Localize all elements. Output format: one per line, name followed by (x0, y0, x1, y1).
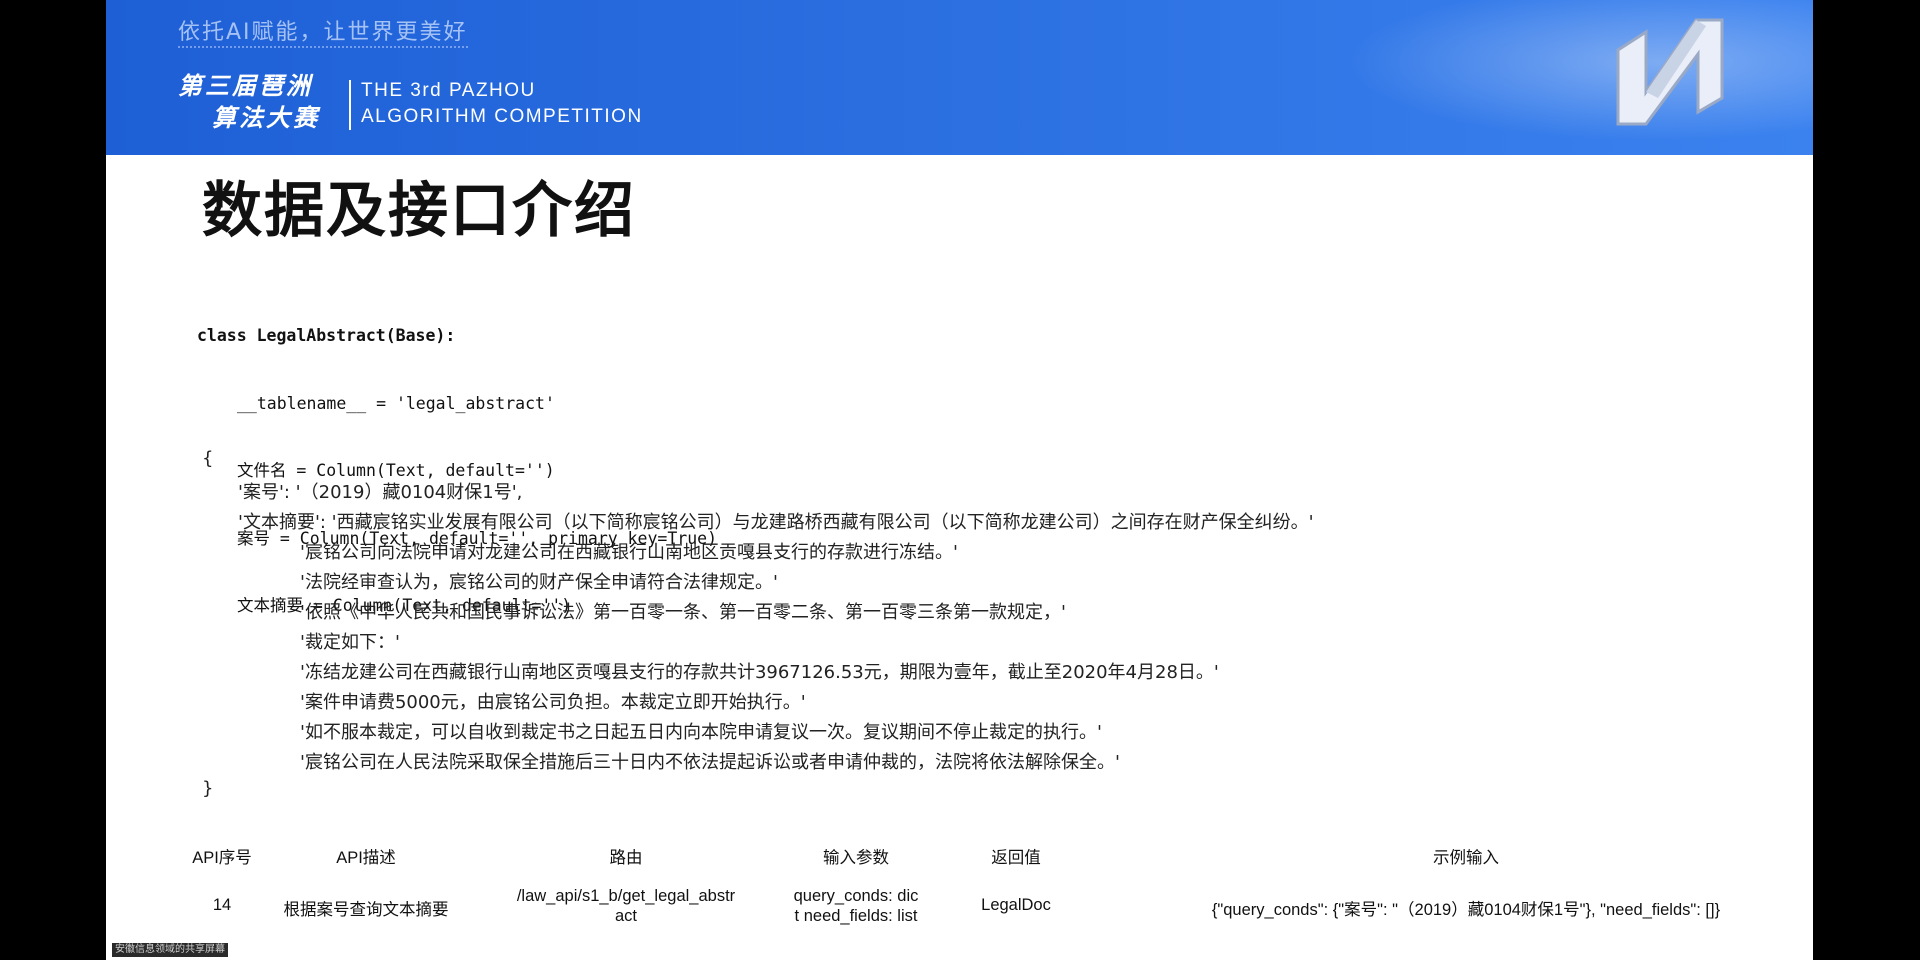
competition-name-cn-line1: 第三届琶洲 (178, 72, 313, 100)
screen-share-indicator: 安徽信息领域的共享屏幕 (112, 943, 228, 957)
json-abstract-continuation-1: '宸铭公司向法院申请对龙建公司在西藏银行山南地区贡嘎县支行的存款进行冻结。' (300, 542, 958, 563)
competition-name-en: THE 3rd PAZHOU ALGORITHM COMPETITION (361, 78, 643, 130)
banner-divider (349, 80, 351, 130)
table-cell-example-input: {"query_conds": {"案号": "（2019）藏0104财保1号"… (1211, 901, 1721, 919)
route-text-line1: /law_api/s1_b/get_legal_abstr (516, 887, 736, 905)
json-abstract-continuation-6: '案件申请费5000元，由宸铭公司负担。本裁定立即开始执行。' (300, 692, 806, 713)
table-header-return-value: 返回值 (991, 849, 1041, 867)
presentation-slide: 依托AI赋能，让世界更美好 第三届琶洲 算法大赛 THE 3rd PAZHOU … (106, 0, 1813, 960)
json-abstract-continuation-8: '宸铭公司在人民法院采取保全措施后三十日内不依法提起诉讼或者申请仲裁的，法院将依… (300, 752, 1120, 773)
competition-name-en-line2: ALGORITHM COMPETITION (361, 106, 643, 127)
code-line-tablename: __tablename__ = 'legal_abstract' (237, 393, 555, 413)
table-header-example-input: 示例输入 (1433, 849, 1499, 867)
json-open-brace: { (202, 448, 214, 469)
header-banner: 依托AI赋能，让世界更美好 第三届琶洲 算法大赛 THE 3rd PAZHOU … (106, 0, 1813, 155)
json-close-brace: } (202, 778, 214, 799)
slogan-text: 依托AI赋能，让世界更美好 (178, 20, 468, 45)
json-abstract-continuation-7: '如不服本裁定，可以自收到裁定书之日起五日内向本院申请复议一次。复议期间不停止裁… (300, 722, 1102, 743)
params-text-line2: t need_fields: list (794, 907, 918, 925)
table-cell-return-value: LegalDoc (981, 896, 1051, 914)
route-text-line2: act (614, 907, 637, 925)
slogan-underline (178, 46, 468, 52)
table-header-api-id: API序号 (192, 849, 252, 867)
json-abstract-continuation-5: '冻结龙建公司在西藏银行山南地区贡嘎县支行的存款共计3967126.53元，期限… (300, 662, 1219, 683)
json-case-number-line: '案号': '（2019）藏0104财保1号', (238, 482, 523, 503)
json-abstract-continuation-3: '依照《中华人民共和国民事诉讼法》第一百零一条、第一百零二条、第一百零三条第一款… (300, 602, 1066, 623)
table-header-api-desc: API描述 (336, 849, 396, 867)
table-cell-route: /law_api/s1_b/get_legal_abstr act (506, 886, 746, 926)
json-abstract-continuation-2: '法院经审查认为，宸铭公司的财产保全申请符合法律规定。' (300, 572, 778, 593)
json-abstract-line: '文本摘要': '西藏宸铭实业发展有限公司（以下简称宸铭公司）与龙建路桥西藏有限… (238, 512, 1314, 533)
table-header-route: 路由 (609, 849, 643, 867)
pazhou-n-logo-icon (1616, 18, 1724, 126)
competition-name-en-line1: THE 3rd PAZHOU (361, 80, 536, 101)
competition-name-cn: 第三届琶洲 算法大赛 (178, 70, 320, 134)
table-cell-input-params: query_conds: dic t need_fields: list (786, 886, 926, 926)
table-cell-api-id: 14 (212, 896, 232, 914)
json-abstract-continuation-4: '裁定如下：' (300, 632, 400, 653)
slide-title: 数据及接口介绍 (202, 176, 636, 246)
table-cell-api-desc: 根据案号查询文本摘要 (283, 901, 449, 919)
competition-name-cn-line2: 算法大赛 (212, 104, 320, 132)
table-header-input-params: 输入参数 (823, 849, 889, 867)
params-text-line1: query_conds: dic (793, 887, 919, 905)
code-line-class-def: class LegalAbstract(Base): (197, 326, 456, 345)
